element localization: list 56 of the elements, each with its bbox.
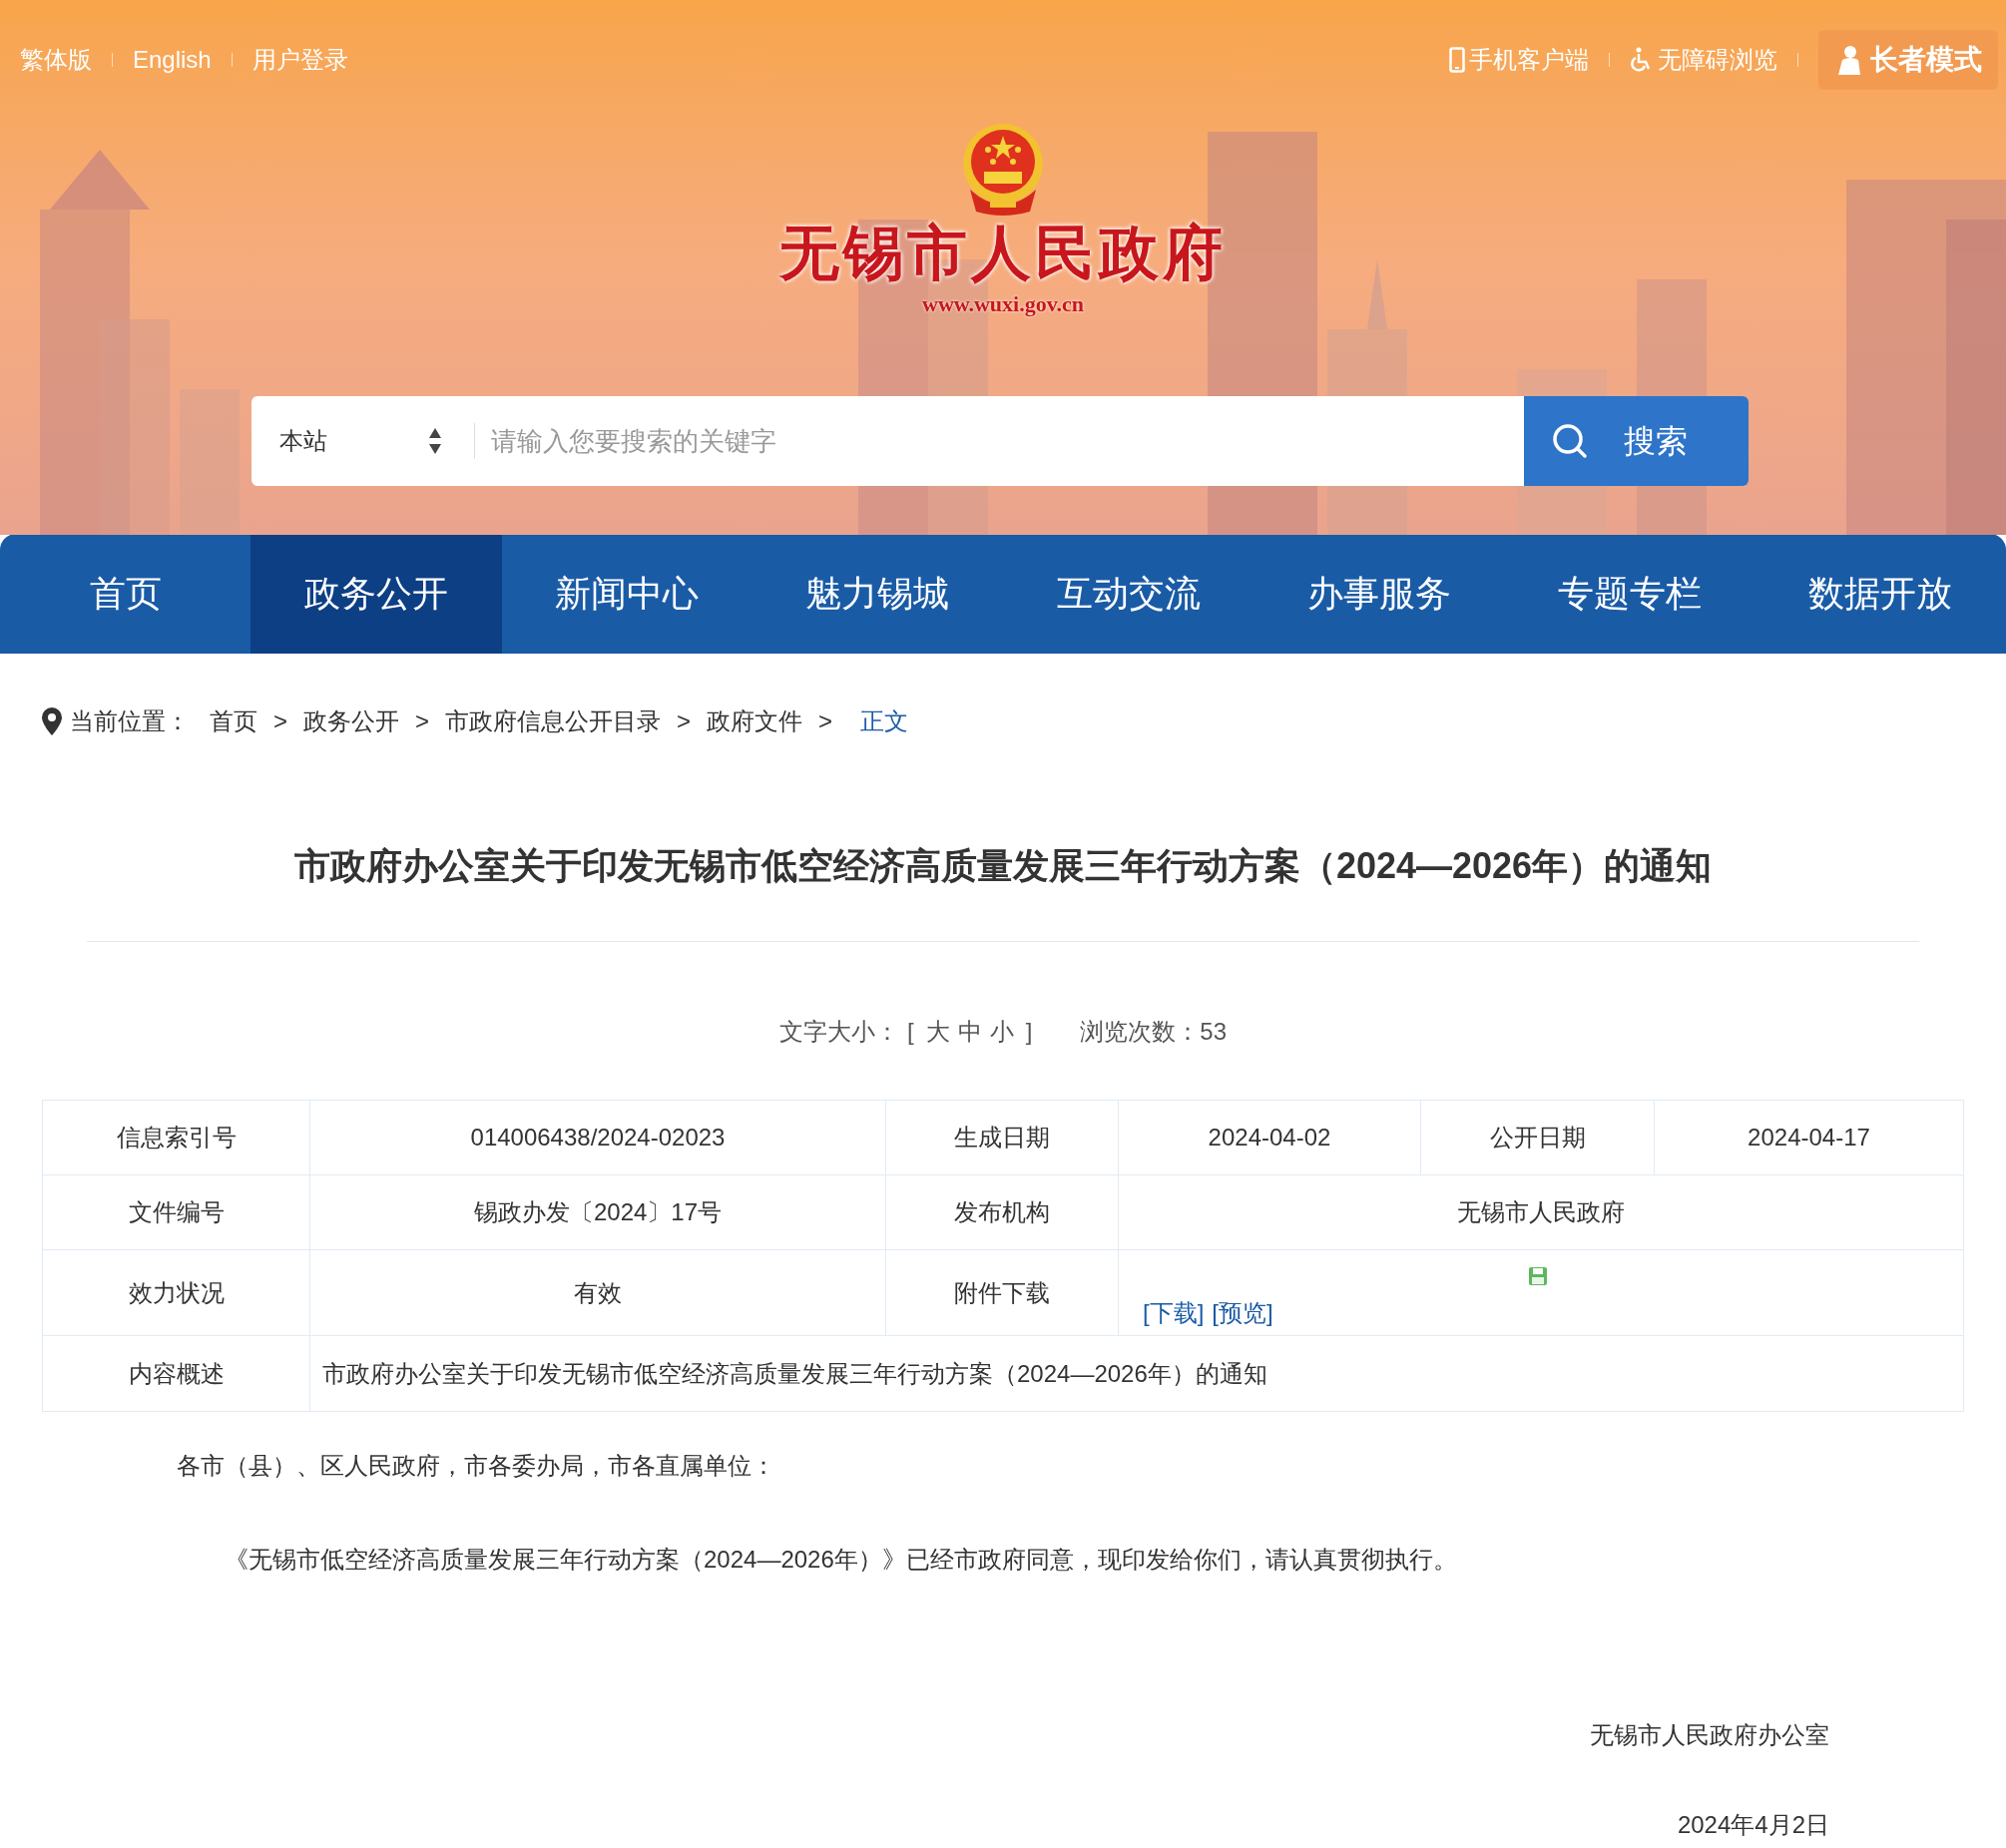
table-cell-text: 市政府办公室关于印发无锡市低空经济高质量发展三年行动方案（2024—2026年）的通知 [321,1358,1268,1389]
sort-arrows-icon [428,426,442,456]
nav-tab[interactable]: 首页 [0,534,251,654]
nav-tab[interactable]: 专题专栏 [1504,534,1755,654]
breadcrumb-link[interactable]: 政府文件 [707,703,803,739]
issue-date: 2024年4月2日 [1677,1810,1829,1840]
font-size-link[interactable]: 大 [925,1014,950,1050]
table-cell: 公开日期 [1421,1101,1655,1175]
breadcrumb-label: 当前位置： [70,706,190,736]
font-size-link[interactable]: 中 [957,1014,982,1050]
view-count: 浏览次数：53 [1080,1017,1227,1047]
breadcrumb-separator: > [273,706,287,736]
body-paragraph: 各市（县）、区人民政府，市各委办局，市各直属单位： [176,1451,776,1481]
search-scope-select[interactable]: 本站 [251,396,474,486]
font-size-link[interactable]: 小 [989,1014,1014,1050]
search-field[interactable]: 请输入您要搜索的关键字 [475,396,1524,486]
attachment-link[interactable]: [预览] [1212,1295,1273,1331]
table-cell: 内容概述 [43,1336,310,1411]
table-cell: 2024-04-02 [1119,1101,1421,1175]
breadcrumb-link[interactable]: 政务公开 [303,703,399,739]
search-icon [1552,423,1588,459]
nav-tab[interactable]: 政务公开 [251,534,502,654]
table-cell: 信息索引号 [43,1101,310,1175]
nav-tab[interactable]: 互动交流 [1003,534,1254,654]
table-cell: 锡政办发〔2024〕17号 [310,1175,886,1250]
breadcrumb-separator: > [415,706,430,736]
location-pin-icon [42,707,62,735]
article-title: 市政府办公室关于印发无锡市低空经济高质量发展三年行动方案（2024—2026年）的通知 [292,844,1714,888]
table-cell: 效力状况 [43,1250,310,1336]
breadcrumb-link[interactable]: 首页 [210,703,257,739]
table-cell: 生成日期 [886,1101,1119,1175]
phone-icon [1449,47,1465,73]
breadcrumb-link[interactable]: 市政府信息公开目录 [445,703,662,739]
bracket: ] [1025,1017,1033,1047]
table-cell: 2024-04-17 [1655,1101,1963,1175]
body-paragraph: 《无锡市低空经济高质量发展三年行动方案（2024—2026年）》已经市政府同意，现印发给你们，请认真贯彻执行。 [224,1545,1458,1575]
signature: 无锡市人民政府办公室 [1590,1720,1829,1750]
bracket: [ [906,1017,914,1047]
table-cell: 文件编号 [43,1175,310,1250]
site-name: 无锡市人民政府 [779,224,1227,283]
nav-tab[interactable]: 数据开放 [1755,534,2006,654]
table-cell: 附件下载 [886,1250,1119,1336]
table-cell: 014006438/2024-02023 [310,1101,886,1175]
nav-tab[interactable]: 办事服务 [1254,534,1505,654]
table-cell: 无锡市人民政府 [1119,1175,1963,1250]
site-url: www.wuxi.gov.cn [922,290,1084,318]
font-size-label: 文字大小： [778,1017,899,1047]
table-cell: 发布机构 [886,1175,1119,1250]
breadcrumb-separator: > [818,706,833,736]
table-cell: 有效 [310,1250,886,1336]
search-button[interactable]: 搜索 [1524,396,1749,486]
breadcrumb-separator: > [677,706,692,736]
nav-tab[interactable]: 魅力锡城 [752,534,1003,654]
nav-tab[interactable]: 新闻中心 [501,534,752,654]
attachment-link[interactable]: [下载] [1143,1295,1205,1331]
breadcrumb-link[interactable]: 正文 [860,703,909,739]
